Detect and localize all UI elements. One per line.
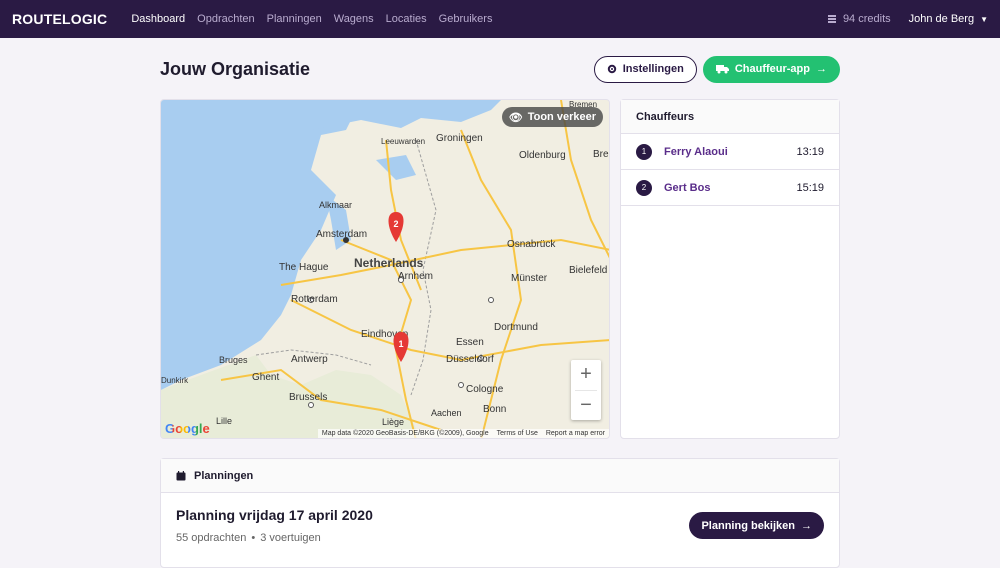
map-label: Aachen	[431, 408, 462, 418]
meta-separator: •	[251, 532, 256, 544]
map-label: Alkmaar	[319, 200, 352, 210]
caret-down-icon: ▼	[980, 14, 988, 24]
nav-locaties[interactable]: Locaties	[386, 13, 427, 25]
map-label: Amsterdam	[316, 229, 367, 240]
driver-number: 2	[636, 179, 652, 196]
nav-dashboard[interactable]: Dashboard	[131, 13, 185, 25]
terms-link[interactable]: Terms of Use	[497, 430, 538, 437]
page-title: Jouw Organisatie	[160, 58, 311, 79]
traffic-toggle[interactable]: 👁 Toon verkeer	[501, 107, 603, 127]
planning-info: Planning vrijdag 17 april 2020 55 opdrac…	[176, 507, 373, 544]
traffic-label: Toon verkeer	[527, 111, 596, 123]
map-label: Lille	[216, 416, 232, 426]
driver-number: 1	[636, 143, 652, 160]
map-label: Bre	[593, 149, 609, 160]
top-navbar: ROUTELOGIC Dashboard Opdrachten Planning…	[0, 0, 1000, 38]
credits-count: 94 credits	[842, 13, 891, 25]
map-label: Dortmund	[494, 322, 538, 333]
planning-card: Planningen Planning vrijdag 17 april 202…	[160, 458, 840, 568]
map-label: Essen	[456, 337, 484, 348]
gear-icon	[607, 64, 616, 74]
route-map[interactable]: Groningen Leeuwarden Oldenburg Bremen Al…	[160, 99, 610, 439]
map-label: Osnabrück	[507, 239, 556, 250]
map-label: Dunkirk	[161, 376, 189, 385]
zoom-controls: + −	[571, 360, 601, 420]
zoom-in-button[interactable]: +	[571, 360, 601, 390]
page-header: Jouw Organisatie Instellingen Chauffeur-…	[160, 52, 840, 86]
arrow-right-icon: →	[801, 519, 812, 532]
nav-wagens[interactable]: Wagens	[334, 13, 374, 25]
map-label: Liège	[382, 417, 404, 427]
map-label: Ghent	[252, 372, 279, 383]
header-actions: Instellingen Chauffeur-app →	[593, 55, 840, 83]
nav-gebruikers[interactable]: Gebruikers	[439, 13, 493, 25]
view-planning-button[interactable]: Planning bekijken →	[689, 512, 824, 539]
settings-label: Instellingen	[622, 63, 684, 75]
google-logo: Google	[165, 421, 210, 436]
arrow-right-icon: →	[816, 63, 827, 75]
user-menu[interactable]: John de Berg ▼	[909, 13, 988, 25]
main-content: Jouw Organisatie Instellingen Chauffeur-…	[160, 52, 840, 568]
map-label: Cologne	[466, 384, 504, 395]
driver-app-label: Chauffeur-app	[734, 63, 810, 75]
nav-planningen[interactable]: Planningen	[267, 13, 322, 25]
truck-icon	[715, 65, 729, 74]
driver-row[interactable]: 1 Ferry Alaoui 13:19	[621, 134, 839, 170]
driver-name-link[interactable]: Gert Bos	[664, 182, 710, 194]
map-label: Bruges	[219, 355, 248, 365]
map-label: Antwerp	[291, 354, 328, 365]
coins-icon	[827, 15, 836, 23]
drivers-title: Chauffeurs	[621, 100, 839, 134]
google-logo-text: Google	[165, 421, 210, 436]
dashboard-row: Groningen Leeuwarden Oldenburg Bremen Al…	[160, 99, 840, 439]
nav-opdrachten[interactable]: Opdrachten	[197, 13, 254, 25]
map-label: Bielefeld	[569, 265, 607, 276]
driver-app-button[interactable]: Chauffeur-app →	[702, 55, 840, 83]
map-label: Brussels	[289, 392, 327, 403]
driver-time: 15:19	[796, 181, 824, 194]
planning-meta: 55 opdrachten • 3 voertuigen	[176, 532, 373, 544]
map-data-text: Map data ©2020 GeoBasis-DE/BKG (©2009), …	[321, 430, 489, 437]
map-label: Groningen	[436, 133, 483, 144]
planning-title: Planning vrijdag 17 april 2020	[176, 507, 373, 523]
map-label: Düsseldorf	[446, 354, 494, 365]
settings-button[interactable]: Instellingen	[593, 55, 697, 83]
map-label: Rotterdam	[291, 294, 338, 305]
map-canvas: Groningen Leeuwarden Oldenburg Bremen Al…	[161, 100, 609, 438]
map-label: Münster	[511, 273, 548, 284]
vehicles-count: 3 voertuigen	[260, 532, 321, 544]
map-label: Leeuwarden	[381, 137, 425, 146]
calendar-icon	[176, 470, 186, 480]
map-attribution: Map data ©2020 GeoBasis-DE/BKG (©2009), …	[317, 429, 609, 438]
orders-count: 55 opdrachten	[176, 532, 247, 544]
brand-logo[interactable]: ROUTELOGIC	[12, 11, 107, 27]
marker-label: 2	[393, 219, 398, 229]
report-error-link[interactable]: Report a map error	[546, 430, 605, 437]
view-planning-label: Planning bekijken	[701, 519, 795, 532]
map-label: The Hague	[279, 262, 329, 273]
driver-name-link[interactable]: Ferry Alaoui	[664, 146, 728, 158]
drivers-card: Chauffeurs 1 Ferry Alaoui 13:19 2 Gert B…	[620, 99, 840, 439]
map-label: Oldenburg	[519, 150, 566, 161]
user-name: John de Berg	[908, 13, 975, 25]
map-label: Bonn	[483, 404, 506, 415]
zoom-out-button[interactable]: −	[571, 391, 601, 421]
credits-display: 94 credits	[827, 13, 891, 25]
planning-item: Planning vrijdag 17 april 2020 55 opdrac…	[161, 493, 839, 558]
main-nav: Dashboard Opdrachten Planningen Wagens L…	[131, 13, 492, 25]
map-label: Netherlands	[354, 256, 424, 270]
map-label: Arnhem	[398, 271, 433, 282]
planning-header-label: Planningen	[194, 469, 254, 482]
driver-time: 13:19	[796, 145, 824, 158]
driver-row[interactable]: 2 Gert Bos 15:19	[621, 170, 839, 206]
marker-label: 1	[398, 339, 403, 349]
nav-right: 94 credits John de Berg ▼	[827, 13, 988, 25]
planning-header: Planningen	[161, 459, 839, 493]
eye-icon: 👁	[508, 111, 523, 124]
